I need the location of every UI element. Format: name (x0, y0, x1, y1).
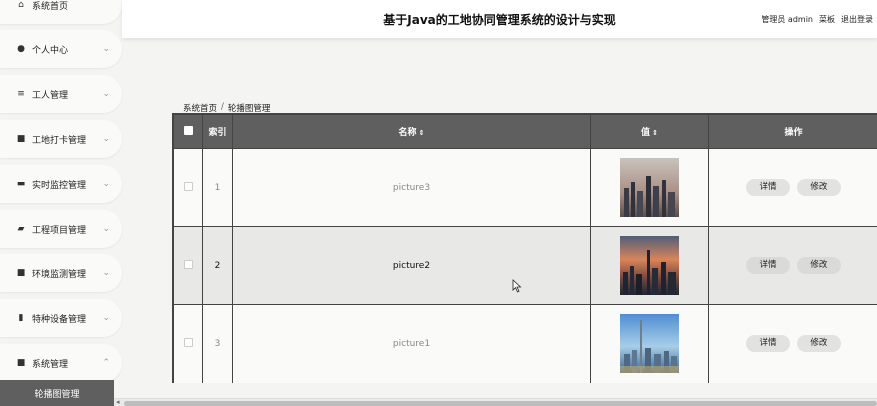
row-checkbox[interactable] (183, 337, 193, 347)
table-row: 1 picture3 详情 修改 (173, 148, 877, 227)
column-header-value-label: 值 (641, 128, 651, 138)
name-cell: picture3 (232, 148, 591, 227)
mouse-cursor-icon (512, 279, 522, 293)
table-row: 2 picture2 详情 修改 (173, 226, 877, 305)
sort-icon[interactable]: ⇕ (652, 129, 658, 137)
sidebar-item-label: 系统首页 (32, 1, 69, 12)
sidebar-item-label: 实时监控管理 (32, 180, 87, 191)
city-skyline-image (620, 158, 679, 217)
user-label: 管理员 admin (761, 15, 813, 24)
select-all-cell[interactable] (173, 114, 203, 149)
chevron-down-icon: ⌄ (102, 313, 110, 323)
chevron-down-icon: ⌄ (102, 179, 110, 189)
sidebar: ⌂ 系统首页 ● 个人中心 ⌄ ≡ 工人管理 ⌄ ■ 工地打卡管理 ⌄ ▬ 实时… (0, 0, 122, 406)
data-table: 索引 名称 ⇕ 值 ⇕ 操作 1 picture3 详情 修改 2 pictur… (172, 113, 877, 383)
column-header-actions: 操作 (708, 114, 877, 149)
row-select-cell[interactable] (173, 148, 203, 227)
column-header-name-label: 名称 (398, 128, 417, 138)
grid-icon: ■ (16, 358, 26, 368)
sidebar-item-monitor[interactable]: ▬ 实时监控管理 ⌄ (0, 165, 122, 203)
value-cell (590, 226, 709, 305)
sidebar-item-label: 工程项目管理 (32, 225, 87, 236)
actions-cell: 详情 修改 (708, 148, 877, 227)
edit-button[interactable]: 修改 (796, 335, 841, 353)
row-checkbox[interactable] (183, 259, 193, 269)
city-sunset-image (620, 236, 679, 295)
sort-icon[interactable]: ⇕ (419, 129, 425, 137)
column-header-index-label: 索引 (208, 128, 227, 138)
index-cell: 1 (202, 148, 233, 227)
name-cell: picture2 (232, 226, 591, 305)
sidebar-item-label: 环境监测管理 (32, 269, 87, 280)
scroll-left-icon[interactable]: ◂ (116, 398, 120, 406)
column-header-index: 索引 (202, 114, 233, 149)
sidebar-item-label: 系统管理 (32, 359, 69, 370)
detail-button[interactable]: 详情 (746, 179, 791, 196)
chat-icon: ▬ (16, 179, 26, 189)
header-actions: 管理员 admin 菜板 退出登录 (761, 14, 873, 25)
horizontal-scrollbar[interactable]: ◂ (114, 398, 877, 406)
value-cell (590, 148, 709, 227)
name-cell: picture1 (232, 304, 591, 383)
edit-button[interactable]: 修改 (796, 257, 841, 274)
actions-cell: 详情 修改 (708, 226, 877, 305)
edit-button[interactable]: 修改 (796, 179, 841, 196)
briefcase-icon: ▰ (17, 224, 25, 234)
sidebar-item-home[interactable]: ⌂ 系统首页 (0, 0, 122, 24)
chevron-down-icon: ⌄ (102, 134, 110, 144)
sidebar-item-checkin[interactable]: ■ 工地打卡管理 ⌄ (0, 120, 122, 158)
chevron-down-icon: ⌄ (102, 89, 110, 99)
chevron-down-icon: ⌄ (102, 44, 110, 54)
sidebar-item-workers[interactable]: ≡ 工人管理 ⌄ (0, 75, 122, 113)
sidebar-item-label: 工地打卡管理 (32, 135, 87, 146)
sidebar-subitem-carousel[interactable]: 轮播图管理 (0, 380, 114, 406)
value-cell (590, 304, 709, 383)
row-checkbox[interactable] (183, 181, 193, 191)
sidebar-item-equipment[interactable]: ▮ 特种设备管理 ⌄ (0, 299, 122, 337)
chevron-up-icon: ⌃ (102, 358, 110, 368)
list-icon: ≡ (17, 89, 25, 99)
table-row: 3 picture1 详情 修改 (173, 304, 877, 383)
sidebar-item-projects[interactable]: ▰ 工程项目管理 ⌄ (0, 210, 122, 248)
sidebar-item-label: 个人中心 (32, 45, 69, 56)
sidebar-item-label: 特种设备管理 (32, 314, 87, 325)
bar-chart-icon: ▮ (18, 313, 24, 323)
index-cell: 3 (202, 304, 233, 383)
detail-button[interactable]: 详情 (746, 257, 791, 274)
column-header-value[interactable]: 值 ⇕ (590, 114, 709, 149)
sidebar-item-environment[interactable]: ■ 环境监测管理 ⌄ (0, 254, 122, 292)
grid-icon: ■ (16, 134, 26, 144)
chevron-down-icon: ⌄ (102, 224, 110, 234)
table-header-row: 索引 名称 ⇕ 值 ⇕ 操作 (173, 114, 877, 149)
row-select-cell[interactable] (173, 304, 203, 383)
column-header-actions-label: 操作 (784, 128, 803, 138)
detail-button[interactable]: 详情 (746, 335, 791, 353)
user-icon: ● (17, 44, 25, 54)
index-cell: 2 (202, 226, 233, 305)
sidebar-item-system[interactable]: ■ 系统管理 ⌃ (0, 344, 122, 382)
chevron-down-icon: ⌄ (102, 268, 110, 278)
sidebar-item-profile[interactable]: ● 个人中心 ⌄ (0, 30, 122, 68)
scrollbar-thumb[interactable] (124, 401, 877, 406)
logout-link[interactable]: 退出登录 (841, 14, 873, 25)
city-bluesky-image (620, 314, 679, 374)
column-header-name[interactable]: 名称 ⇕ (232, 114, 591, 149)
page-title-text: 基于Java的工地协同管理系统的设计与实现 (383, 13, 616, 27)
row-select-cell[interactable] (173, 226, 203, 305)
header: 基于Java的工地协同管理系统的设计与实现 管理员 admin 菜板 退出登录 (122, 0, 877, 38)
menu-link[interactable]: 菜板 (819, 14, 835, 25)
home-icon: ⌂ (18, 0, 24, 10)
select-all-checkbox[interactable] (183, 125, 193, 135)
grid-icon: ■ (16, 268, 26, 278)
actions-cell: 详情 修改 (708, 304, 877, 383)
sidebar-item-label: 工人管理 (32, 90, 69, 101)
sidebar-subitem-label: 轮播图管理 (34, 389, 80, 400)
